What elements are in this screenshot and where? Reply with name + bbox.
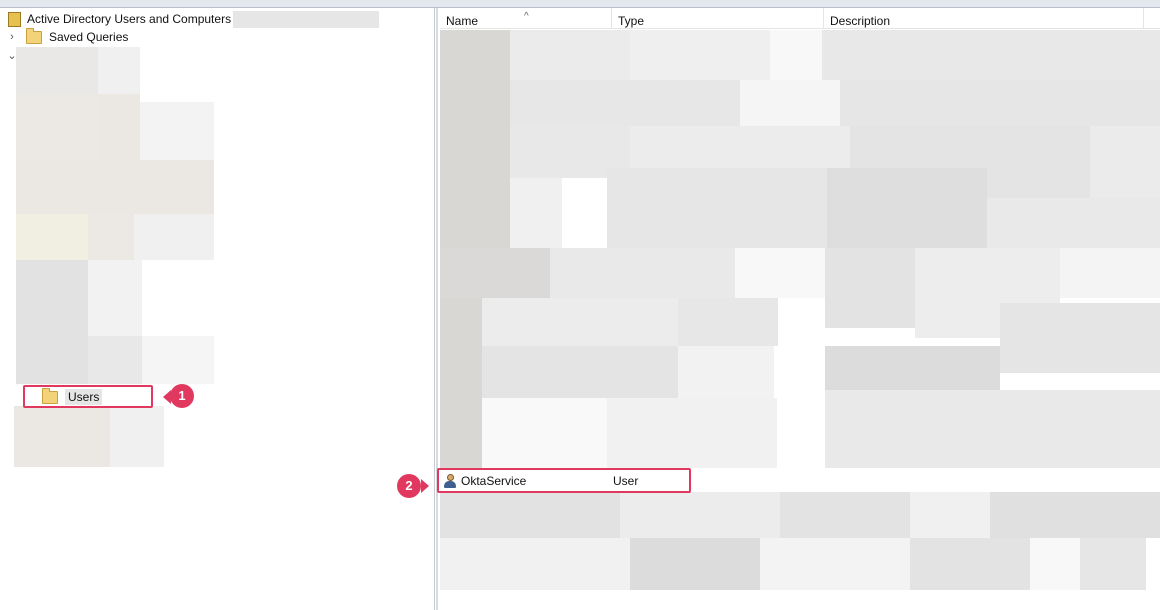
highlight-box-oktaservice bbox=[437, 468, 691, 493]
window-top-edge bbox=[0, 0, 1160, 8]
column-header-description[interactable]: Description bbox=[824, 8, 1144, 28]
redacted-block bbox=[1090, 126, 1160, 198]
redacted-block bbox=[840, 80, 1160, 130]
redacted-block bbox=[510, 80, 740, 128]
redacted-block bbox=[760, 538, 910, 590]
tree-root-label: Active Directory Users and Computers bbox=[27, 12, 232, 26]
redacted-block bbox=[770, 30, 822, 86]
folder-icon bbox=[26, 27, 42, 44]
redacted-block bbox=[510, 178, 562, 248]
redacted-block bbox=[88, 260, 142, 336]
redacted-block bbox=[827, 168, 987, 248]
redacted-block bbox=[16, 260, 88, 384]
column-header-name[interactable]: Name ^ bbox=[440, 8, 612, 28]
column-name-label: Name bbox=[446, 14, 479, 28]
redacted-block bbox=[142, 336, 214, 384]
redacted-block bbox=[630, 30, 770, 86]
step-badge-1: 1 bbox=[170, 384, 194, 408]
column-header-type[interactable]: Type bbox=[612, 8, 824, 28]
redacted-block bbox=[510, 30, 630, 86]
tree-item-saved-queries[interactable]: › Saved Queries bbox=[6, 27, 129, 46]
console-tree-pane[interactable]: Active Directory Users and Computers › S… bbox=[2, 8, 435, 610]
list-header: Name ^ Type Description bbox=[440, 8, 1160, 29]
redacted-block bbox=[1080, 538, 1146, 590]
redacted-block bbox=[678, 346, 774, 398]
redacted-domain bbox=[233, 10, 380, 28]
redacted-block bbox=[16, 94, 98, 160]
redacted-block bbox=[825, 346, 1000, 390]
redacted-block bbox=[735, 248, 825, 298]
redacted-block bbox=[822, 30, 1160, 86]
chevron-right-icon[interactable]: › bbox=[6, 31, 18, 43]
redacted-block bbox=[88, 214, 134, 260]
redacted-block bbox=[910, 538, 1030, 590]
highlight-box-users bbox=[23, 385, 153, 408]
redacted-block bbox=[88, 336, 142, 384]
details-list-pane[interactable]: Name ^ Type Description OktaService User bbox=[440, 8, 1160, 610]
redacted-block bbox=[16, 214, 88, 260]
redacted-block bbox=[98, 94, 140, 160]
redacted-block bbox=[1060, 248, 1160, 298]
redacted-block bbox=[550, 248, 735, 298]
redacted-block bbox=[16, 47, 98, 94]
callout-pointer bbox=[421, 479, 429, 493]
saved-queries-label: Saved Queries bbox=[49, 30, 129, 44]
redacted-block bbox=[607, 168, 827, 248]
redacted-block bbox=[1030, 538, 1080, 590]
redacted-block bbox=[98, 47, 140, 94]
redacted-block bbox=[562, 178, 607, 248]
redacted-block bbox=[990, 492, 1160, 538]
redacted-block bbox=[482, 346, 678, 398]
redacted-block bbox=[780, 492, 910, 538]
redacted-block bbox=[140, 102, 214, 160]
step-badge-2: 2 bbox=[397, 474, 421, 498]
redacted-block bbox=[14, 406, 110, 467]
column-type-label: Type bbox=[618, 14, 645, 28]
redacted-block bbox=[607, 398, 777, 468]
redacted-block bbox=[620, 492, 780, 538]
redacted-block bbox=[987, 198, 1160, 248]
redacted-block bbox=[1000, 303, 1160, 373]
redacted-block bbox=[740, 80, 840, 128]
redacted-block bbox=[482, 298, 678, 346]
redacted-block bbox=[825, 248, 915, 328]
redacted-block bbox=[630, 538, 760, 590]
redacted-block bbox=[110, 406, 164, 467]
redacted-block bbox=[825, 390, 1160, 468]
redacted-block bbox=[440, 538, 630, 590]
redacted-block bbox=[678, 298, 778, 346]
redacted-block bbox=[440, 248, 550, 298]
book-icon bbox=[8, 11, 21, 27]
redacted-block bbox=[440, 492, 620, 538]
sort-up-icon: ^ bbox=[524, 11, 529, 22]
redacted-block bbox=[910, 492, 990, 538]
redacted-block bbox=[482, 398, 607, 468]
pane-splitter[interactable] bbox=[436, 8, 438, 610]
tree-root-item[interactable]: Active Directory Users and Computers bbox=[8, 10, 380, 28]
redacted-block bbox=[16, 160, 214, 214]
column-description-label: Description bbox=[830, 14, 891, 28]
redacted-block bbox=[134, 214, 214, 260]
